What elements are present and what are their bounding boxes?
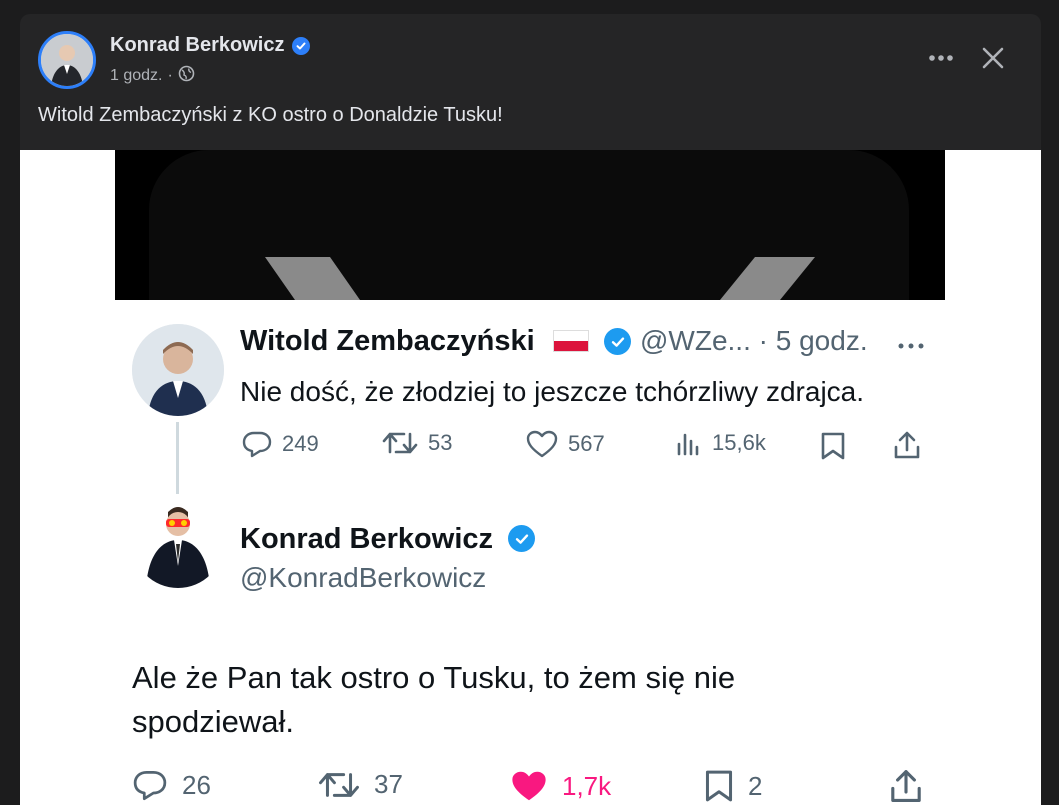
retweet-icon [382, 432, 418, 454]
bookmark-icon [705, 770, 733, 802]
more-options-icon [929, 55, 953, 61]
retweet-icon [319, 772, 359, 797]
tweet1-bookmark-button[interactable] [820, 431, 846, 466]
tweet1-like-count: 567 [568, 431, 605, 456]
tweet1-name[interactable]: Witold Zembaczyński [240, 325, 535, 358]
tweet1-reply-count: 249 [282, 431, 319, 456]
poland-flag-icon [553, 330, 589, 352]
heart-icon [526, 430, 558, 458]
author-avatar[interactable] [38, 31, 96, 89]
post-caption: Witold Zembaczyński z KO ostro o Donaldz… [38, 104, 503, 126]
tweet2-name[interactable]: Konrad Berkowicz [240, 523, 493, 556]
tweet2-avatar[interactable] [132, 496, 224, 588]
tweet2-text-line2: spodziewał. [132, 704, 294, 739]
post-image[interactable]: Witold Zembaczyński @WZe... · 5 godz. Ni… [20, 150, 1041, 805]
reply-icon [242, 431, 272, 458]
tweet1-share-button[interactable] [892, 430, 922, 465]
tweet2-handle[interactable]: @KonradBerkowicz [240, 562, 486, 594]
views-icon [677, 433, 699, 456]
author-name[interactable]: Konrad Berkowicz [110, 34, 284, 57]
tweet1-retweet-action[interactable]: 53 [382, 430, 452, 456]
tweet1-retweet-count: 53 [428, 430, 453, 455]
author-name-row: Konrad Berkowicz [110, 34, 311, 57]
tweet2-bookmark-action[interactable]: 2 [704, 768, 762, 804]
tweet2-bookmark-count: 2 [748, 770, 763, 801]
facebook-post: Konrad Berkowicz 1 godz. · Witold Zembac… [20, 14, 1041, 805]
tweet1-views-count: 15,6k [712, 430, 766, 455]
tweet2-reply-action[interactable]: 26 [132, 769, 211, 801]
tweet2-retweet-action[interactable]: 37 [318, 769, 403, 800]
heart-icon [512, 771, 546, 801]
tweet1-like-action[interactable]: 567 [526, 430, 605, 458]
thread-line [176, 422, 179, 494]
tweet2-share-button[interactable] [888, 768, 924, 805]
verified-badge-icon [604, 328, 631, 355]
tweet1-reply-action[interactable]: 249 [242, 430, 319, 458]
meta-separator: · [167, 67, 173, 84]
bookmark-icon [821, 432, 845, 460]
post-time[interactable]: 1 godz. [110, 67, 162, 85]
tweet1-text: Nie dość, że złodziej to jeszcze tchórzl… [240, 376, 865, 407]
close-button[interactable] [971, 36, 1015, 80]
tweet1-handle-time: @WZe... · 5 godz. [640, 325, 868, 356]
tweet2-text-line1: Ale że Pan tak ostro o Tusku, to żem się… [132, 660, 736, 695]
dark-image-top [115, 150, 945, 300]
tweet1-avatar[interactable] [132, 324, 224, 416]
post-header: Konrad Berkowicz 1 godz. · Witold Zembac… [20, 14, 1041, 150]
tweet1-more-icon[interactable] [897, 337, 925, 355]
more-options-button[interactable] [919, 36, 963, 80]
verified-badge-icon [508, 525, 535, 552]
globe-icon [178, 65, 195, 87]
tweet2-like-action[interactable]: 1,7k [510, 769, 611, 803]
tweet2-retweet-count: 37 [374, 769, 403, 799]
tweet1-views-action[interactable]: 15,6k [676, 430, 766, 456]
tweet2-like-count: 1,7k [562, 770, 612, 801]
close-icon [982, 47, 1004, 69]
verified-badge-icon [292, 36, 311, 55]
post-meta: 1 godz. · [110, 65, 195, 87]
tweet2-reply-count: 26 [182, 769, 211, 800]
share-icon [891, 770, 921, 802]
share-icon [894, 431, 920, 459]
reply-icon [133, 771, 167, 801]
